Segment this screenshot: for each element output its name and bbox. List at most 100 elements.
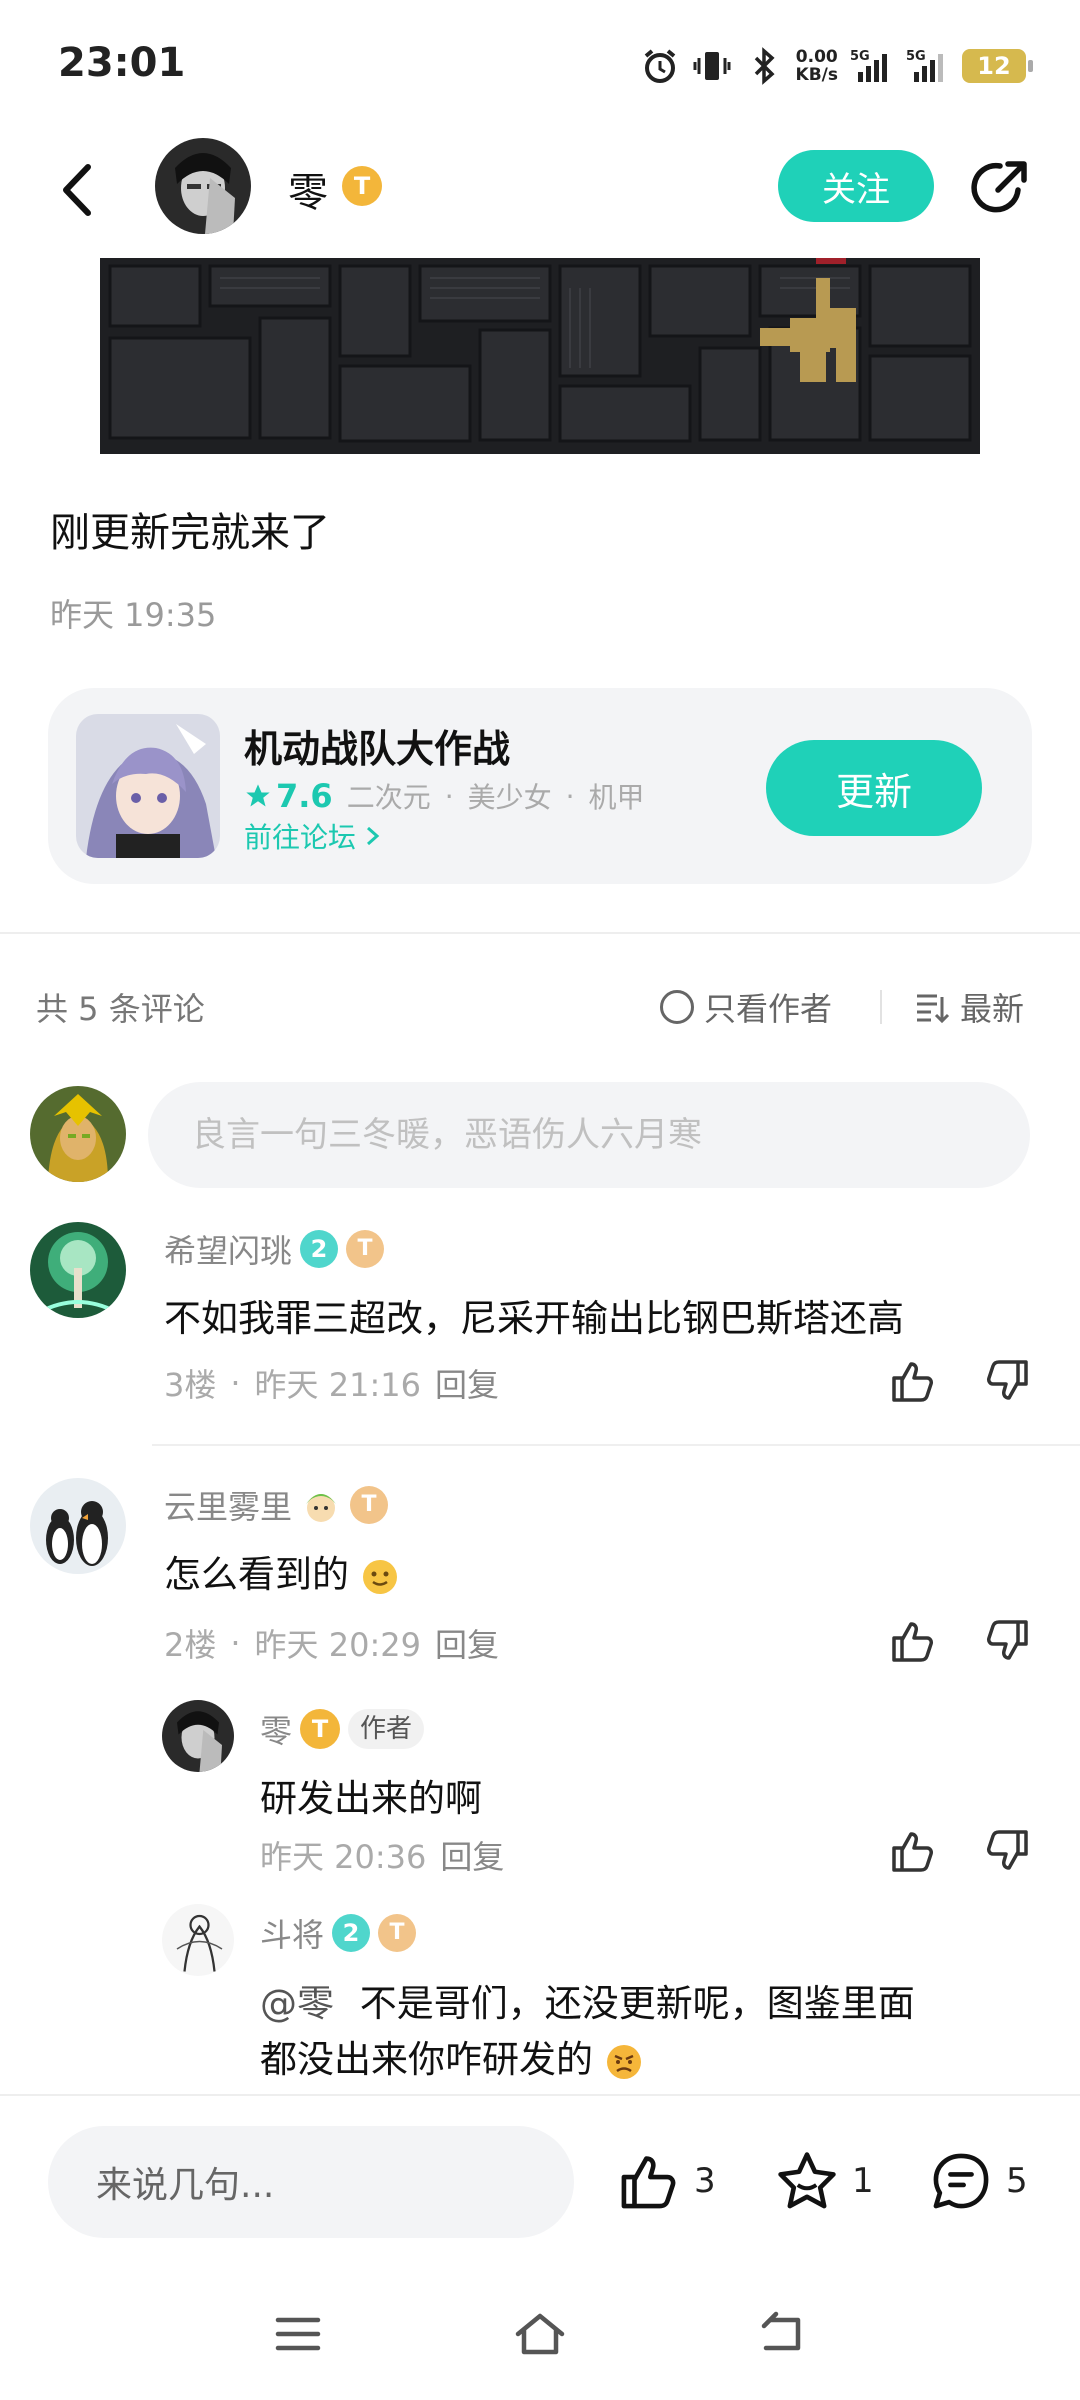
star-outline-icon [778, 2152, 836, 2209]
update-button[interactable]: 更新 [766, 740, 982, 836]
comment-bubble-icon [933, 2153, 989, 2209]
comment-floor: 3楼 [164, 1366, 217, 1404]
comment-divider [152, 1444, 1080, 1446]
svg-text:5G: 5G [906, 49, 926, 64]
reply-text: 研发出来的啊 [260, 1777, 482, 1820]
alarm-icon [644, 49, 675, 83]
header-separator [880, 990, 882, 1024]
thumbs-up-icon[interactable] [888, 1826, 938, 1876]
comment-text: 不如我罪三超改，尼采开输出比钢巴斯塔还高 [164, 1297, 904, 1340]
game-tag: 二次元 [346, 781, 431, 814]
commenter-name[interactable]: 希望闪珧 [164, 1226, 292, 1272]
game-title: 机动战队大作战 [244, 727, 511, 771]
thumbs-up-icon[interactable] [888, 1356, 938, 1406]
comment-actions [888, 1356, 1032, 1406]
svg-text:5G: 5G [850, 49, 870, 64]
speed-value: 0.00 [795, 47, 838, 67]
section-divider [0, 932, 1080, 934]
signal-5g-2-icon: 5G [906, 49, 943, 82]
commenter-name[interactable]: 云里雾里 [164, 1482, 292, 1528]
reply-button[interactable]: 回复 [440, 1832, 504, 1878]
thumbs-up-icon[interactable] [888, 1616, 938, 1666]
game-card[interactable]: 机动战队大作战 7.6 二次元 · 美少女 · 机甲 前往论坛 更新 [48, 688, 1032, 884]
author-tag: 作者 [348, 1709, 425, 1749]
home-icon[interactable] [512, 2306, 568, 2362]
level-badge-teal: 2 [332, 1914, 371, 1952]
comment-floor: 2楼 [164, 1626, 217, 1664]
only-author-label: 只看作者 [704, 990, 833, 1028]
forum-link-label: 前往论坛 [244, 821, 357, 854]
level-badge-gold: T [350, 1486, 389, 1524]
status-icons: 0.00 KB/s 5G 5G 12 [640, 44, 1033, 88]
reply-footer: 昨天 20:36 回复 [260, 1832, 504, 1878]
bluetooth-icon [754, 47, 775, 85]
reply-actions [888, 1826, 1032, 1876]
commenter-avatar[interactable] [30, 1222, 126, 1318]
mention-link[interactable]: @零 [260, 1982, 334, 2025]
reply-button[interactable]: 回复 [435, 1620, 499, 1666]
reply-name-row: 零 T 作者 [260, 1706, 425, 1752]
comment-count: 共 5 条评论 [36, 990, 205, 1028]
thumbs-down-icon[interactable] [982, 1616, 1032, 1666]
level-badge: T [342, 166, 382, 206]
game-tag: 美少女 [467, 781, 552, 814]
reply-name[interactable]: 零 [260, 1706, 292, 1752]
bottom-action-bar: 来说几句... 3 1 5 [0, 2094, 1080, 2284]
like-button[interactable]: 3 [616, 2148, 716, 2214]
commenter-name-row: 希望闪珧 2 T [164, 1226, 385, 1272]
level-badge: T [300, 1709, 341, 1749]
reply-text-line2: 都没出来你咋研发的 [260, 2038, 593, 2081]
comments-button[interactable]: 5 [928, 2148, 1028, 2214]
character-badge-icon [306, 1494, 337, 1522]
status-bar: 23:01 0.00 KB/s 5G 5G 12 [0, 0, 1080, 130]
comment-input[interactable] [148, 1082, 1030, 1188]
comment-time: 昨天 21:16 [254, 1366, 421, 1404]
follow-button[interactable]: 关注 [778, 150, 934, 222]
reply-name-row: 斗将 2 T [260, 1910, 417, 1956]
author-avatar[interactable] [155, 138, 251, 234]
reply-input[interactable]: 来说几句... [48, 2126, 574, 2238]
comment-text-content: 怎么看到的 [164, 1553, 349, 1596]
rating-value: 7.6 [276, 777, 333, 815]
back-arrow-icon[interactable] [52, 155, 102, 225]
reply-name[interactable]: 斗将 [260, 1910, 324, 1956]
comments-count: 5 [1006, 2161, 1028, 2201]
game-tag: 机甲 [588, 781, 645, 814]
commenter-avatar[interactable] [30, 1478, 126, 1574]
speed-unit: KB/s [795, 65, 838, 85]
post-time: 昨天 19:35 [50, 596, 217, 634]
reply-time: 昨天 20:36 [260, 1838, 427, 1876]
sort-icon [917, 994, 950, 1024]
thumbs-down-icon[interactable] [982, 1826, 1032, 1876]
comment-footer: 3楼 · 昨天 21:16 回复 [164, 1360, 499, 1406]
battery-indicator: 12 [962, 49, 1033, 83]
only-author-toggle[interactable]: 只看作者 [660, 984, 832, 1030]
favorite-button[interactable]: 1 [774, 2148, 874, 2214]
menu-icon[interactable] [270, 2306, 326, 2362]
reply-avatar[interactable] [162, 1904, 234, 1976]
game-icon[interactable] [76, 714, 220, 858]
game-rating: 7.6 [244, 777, 333, 815]
comment-actions [888, 1616, 1032, 1666]
emoji-smile-icon [362, 1559, 397, 1594]
vibrate-icon [693, 52, 731, 80]
sort-label: 最新 [960, 990, 1025, 1028]
my-avatar [30, 1086, 126, 1182]
post-image[interactable] [100, 258, 980, 454]
back-icon[interactable] [754, 2306, 810, 2362]
status-time: 23:01 [58, 40, 186, 86]
signal-5g-icon: 5G [850, 49, 887, 82]
thumbs-up-icon [621, 2156, 676, 2209]
post-text: 刚更新完就来了 [50, 510, 330, 556]
reply-text: @零 不是哥们，还没更新呢，图鉴里面 都没出来你咋研发的 [260, 1976, 915, 2088]
sort-toggle[interactable]: 最新 [914, 984, 1024, 1030]
reply-avatar[interactable] [162, 1700, 234, 1772]
comment-footer: 2楼 · 昨天 20:29 回复 [164, 1620, 499, 1666]
system-nav-bar [0, 2284, 1080, 2400]
share-icon[interactable] [968, 156, 1032, 220]
thumbs-down-icon[interactable] [982, 1356, 1032, 1406]
forum-link[interactable]: 前往论坛 [244, 816, 382, 856]
reply-button[interactable]: 回复 [435, 1360, 499, 1406]
like-count: 3 [694, 2161, 716, 2201]
comment-time: 昨天 20:29 [254, 1626, 421, 1664]
